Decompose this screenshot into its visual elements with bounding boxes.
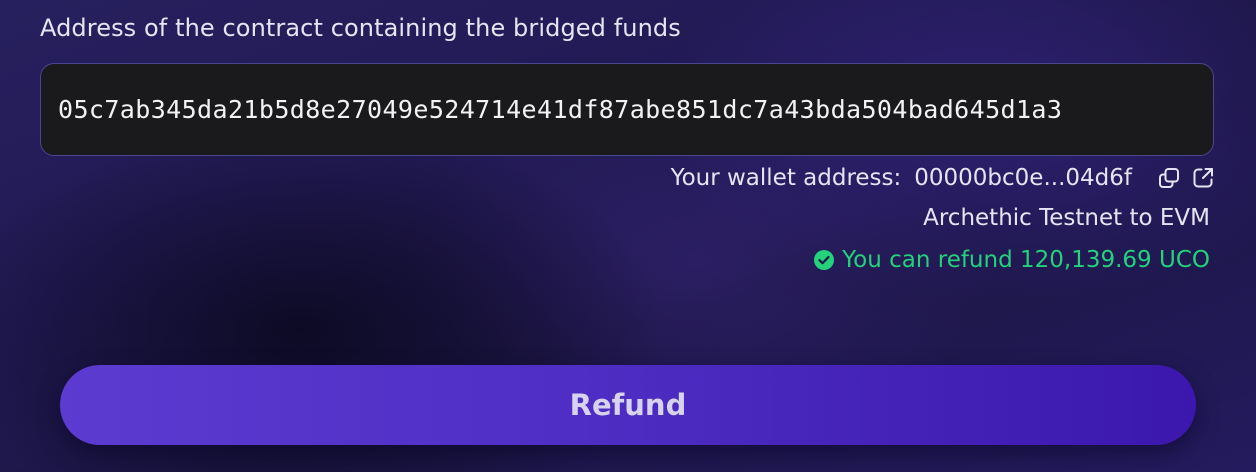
- refund-status-text: You can refund 120,139.69 UCO: [842, 247, 1210, 273]
- refund-button[interactable]: Refund: [60, 365, 1196, 445]
- wallet-address-value: 00000bc0e...04d6f: [914, 165, 1132, 191]
- contract-address-input[interactable]: [41, 64, 1213, 155]
- check-circle-icon: [814, 250, 835, 270]
- copy-icon[interactable]: [1156, 165, 1182, 191]
- network-direction: Archethic Testnet to EVM: [923, 205, 1210, 231]
- wallet-address-row: Your wallet address: 00000bc0e...04d6f: [671, 162, 1216, 194]
- contract-address-label: Address of the contract containing the b…: [40, 14, 681, 42]
- refund-status: You can refund 120,139.69 UCO: [814, 247, 1210, 273]
- contract-address-field[interactable]: [40, 63, 1214, 156]
- external-link-icon[interactable]: [1190, 165, 1216, 191]
- wallet-address-label: Your wallet address:: [670, 165, 902, 191]
